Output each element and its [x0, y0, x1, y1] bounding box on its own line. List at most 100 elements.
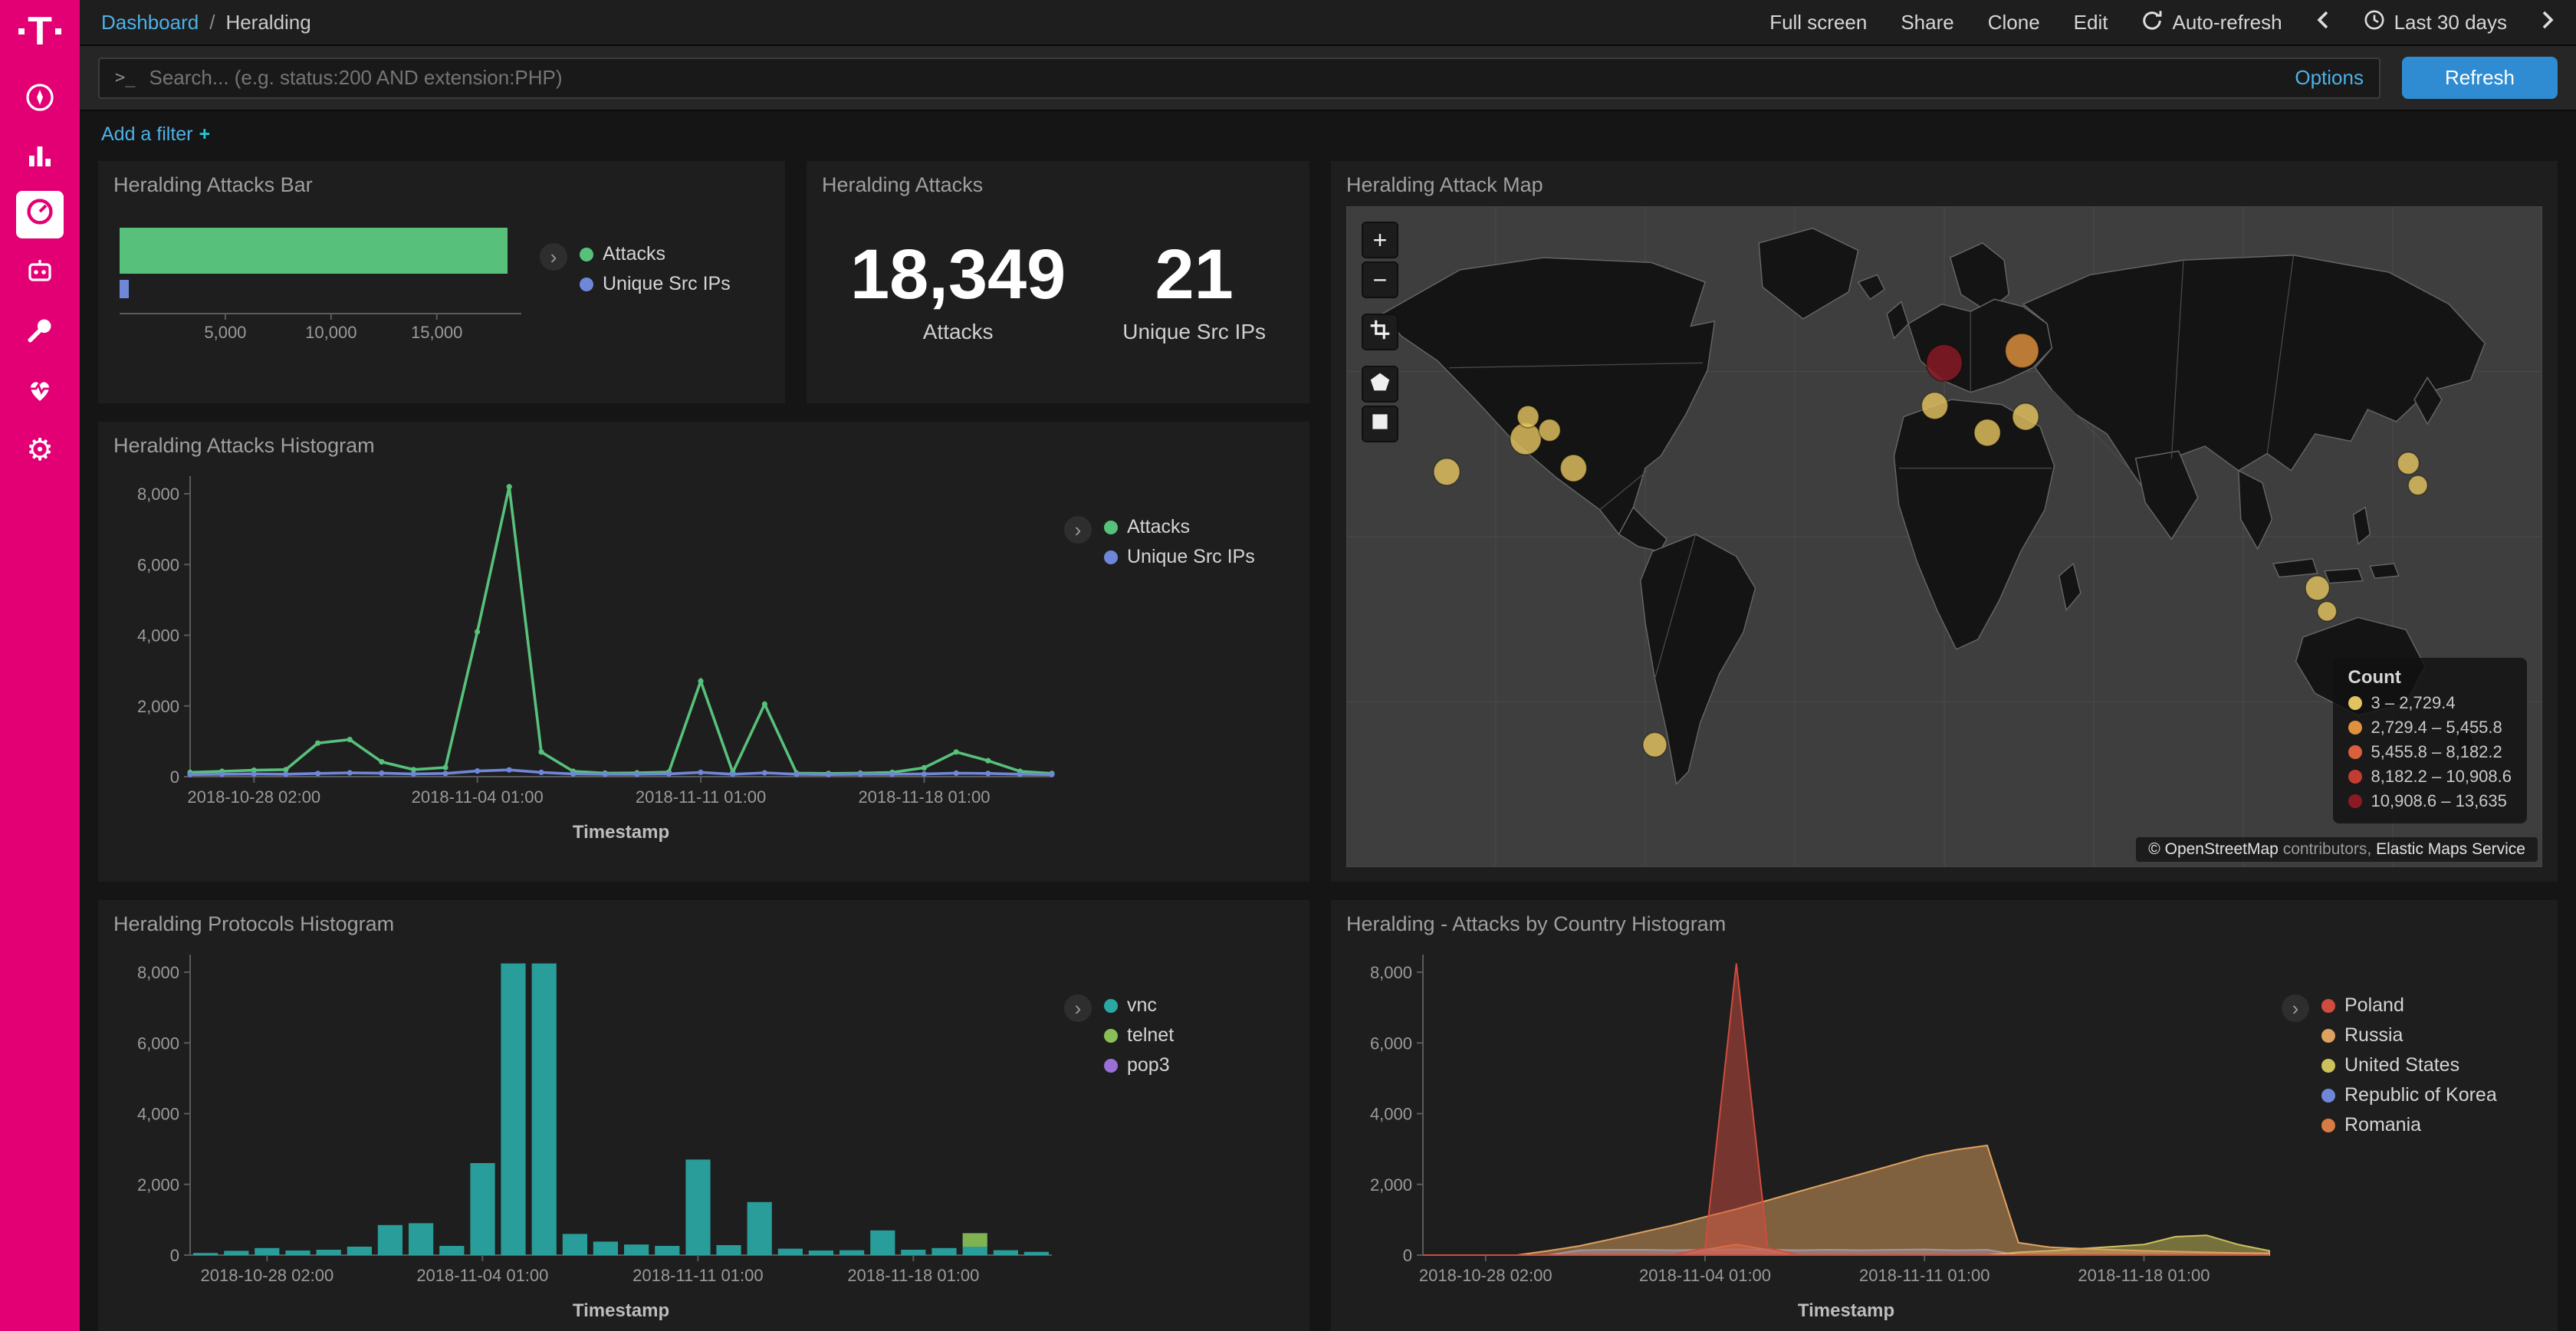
legend-item[interactable]: Romania	[2321, 1114, 2497, 1136]
legend-collapse-icon[interactable]: ›	[540, 243, 567, 271]
clone-button[interactable]: Clone	[1988, 11, 2040, 35]
sidebar: T	[0, 0, 80, 1331]
chart-svg: 02,0004,0006,0008,0002018-10-28 02:00201…	[1346, 942, 2282, 1323]
elastic-maps-attribution[interactable]: Elastic Maps Service	[2376, 840, 2525, 858]
sidebar-item-dashboard[interactable]	[16, 191, 64, 238]
legend-collapse-icon[interactable]: ›	[1064, 516, 1092, 544]
map-legend-item[interactable]: 8,182.2 – 10,908.6	[2348, 767, 2512, 787]
search-box[interactable]: >_ Options	[98, 58, 2380, 99]
sidebar-item-discover[interactable]	[14, 74, 66, 127]
count-color-dot	[2348, 794, 2362, 808]
map-draw-rectangle-button[interactable]	[1362, 406, 1398, 442]
sidebar-item-management[interactable]: ⚙	[14, 424, 66, 476]
legend-item[interactable]: United States	[2321, 1054, 2497, 1076]
panel-country-histogram: Heralding - Attacks by Country Histogram…	[1331, 900, 2558, 1331]
protocols-histogram-chart[interactable]: 02,0004,0006,0008,0002018-10-28 02:00201…	[113, 942, 1064, 1323]
svg-text:8,000: 8,000	[1370, 963, 1412, 982]
time-range-picker[interactable]: Last 30 days	[2364, 9, 2507, 36]
svg-text:Timestamp: Timestamp	[573, 1300, 669, 1321]
map-count-legend: Count 3 – 2,729.42,729.4 – 5,455.85,455.…	[2333, 658, 2528, 823]
sidebar-item-timelion[interactable]	[14, 249, 66, 301]
legend-item[interactable]: Republic of Korea	[2321, 1084, 2497, 1106]
legend-item[interactable]: Attacks	[1104, 516, 1255, 538]
svg-text:2018-11-18 01:00: 2018-11-18 01:00	[2078, 1266, 2210, 1285]
svg-text:2,000: 2,000	[137, 697, 179, 716]
full-screen-button[interactable]: Full screen	[1769, 11, 1867, 35]
dashboard-grid: Heralding Attacks Bar 5,00010,00015,000 …	[80, 155, 2576, 1331]
query-bar: >_ Options Refresh	[80, 46, 2576, 111]
time-back-button[interactable]	[2316, 9, 2330, 36]
svg-text:2018-11-11 01:00: 2018-11-11 01:00	[1859, 1266, 1990, 1285]
attacks-histogram-chart[interactable]: 02,0004,0006,0008,0002018-10-28 02:00201…	[113, 464, 1064, 844]
logo-letter: T	[28, 14, 52, 50]
panel-title: Heralding Attacks Bar	[113, 170, 770, 203]
map-draw-polygon-button[interactable]	[1362, 366, 1398, 403]
sidebar-item-visualize[interactable]	[14, 133, 66, 185]
share-button[interactable]: Share	[1901, 11, 1953, 35]
legend-collapse-icon[interactable]: ›	[1064, 994, 1092, 1022]
map-zoom-out-button[interactable]: −	[1362, 261, 1398, 298]
map-legend-item[interactable]: 2,729.4 – 5,455.8	[2348, 718, 2512, 738]
panel-title: Heralding Attacks Histogram	[113, 431, 1294, 464]
chevron-right-icon	[2541, 9, 2555, 36]
add-filter-link[interactable]: Add a filter	[101, 123, 193, 145]
svg-text:8,000: 8,000	[137, 485, 179, 504]
map-legend-item[interactable]: 10,908.6 – 13,635	[2348, 791, 2512, 811]
navbar-actions: Full screen Share Clone Edit Auto-refres…	[1769, 9, 2555, 36]
query-options-link[interactable]: Options	[2295, 66, 2364, 90]
map-fit-bounds-button[interactable]	[1362, 314, 1398, 350]
osm-attribution[interactable]: © OpenStreetMap	[2148, 840, 2279, 858]
map-body: + −	[1346, 206, 2542, 866]
main-area: Dashboard / Heralding Full screen Share …	[80, 0, 2576, 1331]
sidebar-item-dev-tools[interactable]	[14, 307, 66, 360]
chart-legend: › vnc telnet pop3	[1064, 942, 1294, 1331]
series-color-dot	[1104, 550, 1118, 564]
svg-text:2,000: 2,000	[1370, 1175, 1412, 1195]
svg-text:8,000: 8,000	[137, 963, 179, 982]
map-legend-item[interactable]: 3 – 2,729.4	[2348, 693, 2512, 713]
legend-item[interactable]: pop3	[1104, 1054, 1174, 1076]
legend-item[interactable]: Poland	[2321, 994, 2497, 1017]
refresh-button[interactable]: Refresh	[2402, 57, 2558, 99]
logo-square-left	[18, 28, 25, 35]
svg-text:6,000: 6,000	[137, 1034, 179, 1053]
svg-text:2018-11-18 01:00: 2018-11-18 01:00	[858, 787, 990, 807]
logo-square-right	[55, 28, 61, 35]
series-color-dot	[1104, 999, 1118, 1013]
svg-text:2018-11-04 01:00: 2018-11-04 01:00	[1639, 1266, 1771, 1285]
search-input[interactable]	[150, 66, 2282, 90]
svg-text:2,000: 2,000	[137, 1175, 179, 1195]
legend-collapse-icon[interactable]: ›	[2282, 994, 2309, 1022]
edit-button[interactable]: Edit	[2074, 11, 2108, 35]
country-histogram-chart[interactable]: 02,0004,0006,0008,0002018-10-28 02:00201…	[1346, 942, 2282, 1323]
breadcrumb-dashboard-link[interactable]: Dashboard	[101, 11, 199, 35]
map-legend-item[interactable]: 5,455.8 – 8,182.2	[2348, 742, 2512, 762]
svg-text:4,000: 4,000	[137, 1105, 179, 1124]
legend-item[interactable]: Unique Src IPs	[1104, 546, 1255, 568]
svg-text:2018-10-28 02:00: 2018-10-28 02:00	[201, 1266, 334, 1285]
svg-text:6,000: 6,000	[1370, 1034, 1412, 1053]
legend-item[interactable]: Attacks	[580, 243, 731, 265]
svg-text:10,000: 10,000	[305, 323, 356, 342]
tmobile-logo[interactable]: T	[18, 14, 61, 50]
series-color-dot	[2321, 1089, 2335, 1103]
attacks-bar-chart[interactable]: 5,00010,00015,000	[113, 206, 540, 369]
time-forward-button[interactable]	[2541, 9, 2555, 36]
svg-text:2018-11-18 01:00: 2018-11-18 01:00	[847, 1266, 979, 1285]
svg-text:6,000: 6,000	[137, 555, 179, 574]
chart-legend: › Attacks Unique Src IPs	[1064, 464, 1294, 873]
legend-item[interactable]: Unique Src IPs	[580, 273, 731, 295]
auto-refresh-button[interactable]: Auto-refresh	[2141, 9, 2282, 36]
map-zoom-in-button[interactable]: +	[1362, 222, 1398, 258]
filter-bar: Add a filter +	[80, 111, 2576, 155]
series-color-dot	[2321, 1059, 2335, 1073]
panel-title: Heralding - Attacks by Country Histogram	[1346, 909, 2542, 942]
add-filter-plus-icon[interactable]: +	[199, 123, 211, 145]
legend-item[interactable]: Russia	[2321, 1024, 2497, 1047]
svg-text:4,000: 4,000	[1370, 1105, 1412, 1124]
legend-item[interactable]: vnc	[1104, 994, 1174, 1017]
legend-item[interactable]: telnet	[1104, 1024, 1174, 1047]
sidebar-item-monitoring[interactable]	[14, 366, 66, 418]
svg-text:Timestamp: Timestamp	[573, 822, 669, 843]
count-color-dot	[2348, 745, 2362, 759]
